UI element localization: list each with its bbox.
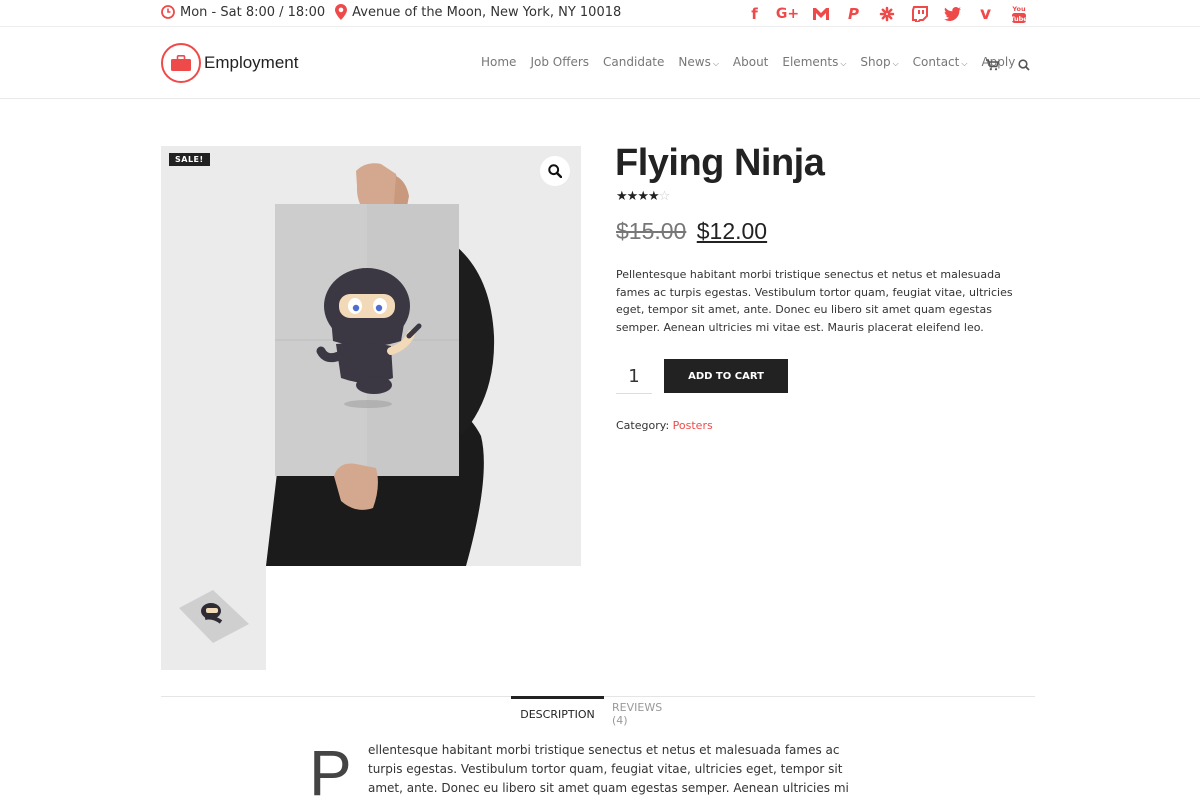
zoom-icon[interactable] [540,156,570,186]
star-icon: ★ [637,189,649,204]
sale-price: $12.00 [696,218,768,244]
nav-shop-label: Shop [860,55,891,69]
product-title: Flying Ninja [615,142,825,184]
main-nav: Home Job Offers Candidate News ⌵ About El… [481,55,1029,69]
sale-badge: SALE! [169,153,210,166]
ninja-poster-illustration [161,146,581,566]
svg-text:Tube: Tube [1011,15,1027,23]
nav-contact[interactable]: Contact ⌵ [913,55,968,69]
paypal-icon[interactable]: P [842,4,865,23]
product-thumbnail[interactable] [161,566,266,670]
chevron-down-icon: ⌵ [712,59,719,68]
map-pin-icon [335,4,348,20]
nav-news-label: News [678,55,711,69]
vimeo-icon[interactable]: v [974,4,997,24]
nav-job-offers[interactable]: Job Offers [530,55,589,69]
gmail-icon[interactable] [809,4,832,23]
nav-news[interactable]: News ⌵ [678,55,719,69]
svg-text:You: You [1011,5,1026,13]
tab-description[interactable]: DESCRIPTION [511,696,604,730]
quantity-input[interactable] [616,360,652,394]
thumbnail-poster-image [161,566,266,670]
dropcap-letter: P [309,737,352,800]
nav-contact-label: Contact [912,55,960,69]
star-empty-icon: ☆ [658,189,671,204]
chevron-down-icon: ⌵ [961,59,968,68]
address-item: Avenue of the Moon, New York, NY 10018 [335,4,621,20]
briefcase-icon [161,43,201,83]
hours-item: Mon - Sat 8:00 / 18:00 [161,5,325,20]
top-bar: Mon - Sat 8:00 / 18:00 Avenue of the Moo… [0,0,1200,27]
description-text: ellentesque habitant morbi tristique sen… [368,743,849,795]
star-icon: ★ [647,189,660,204]
nav-elements-label: Elements [782,55,839,69]
logo-text: Employment [204,53,299,72]
rating-stars[interactable]: ★★★★☆ [616,189,671,204]
tab-reviews[interactable]: REVIEWS (4) [612,697,678,731]
nav-shop[interactable]: Shop ⌵ [860,55,898,69]
nav-candidate[interactable]: Candidate [603,55,664,69]
chevron-down-icon: ⌵ [892,59,899,68]
contact-info: Mon - Sat 8:00 / 18:00 Avenue of the Moo… [161,4,631,20]
nav-about[interactable]: About [733,55,768,69]
clock-icon [161,5,175,19]
site-logo[interactable]: Employment [161,43,298,83]
product-short-description: Pellentesque habitant morbi tristique se… [616,268,1013,334]
category-link[interactable]: Posters [673,419,713,432]
category-label: Category: [616,419,670,432]
search-icon[interactable] [1018,56,1032,71]
cart-icon[interactable] [986,56,1000,71]
hours-text: Mon - Sat 8:00 / 18:00 [180,4,326,20]
product-price: $15.00 $12.00 [616,218,767,245]
google-plus-icon[interactable]: G+ [776,4,799,23]
site-header: Employment Home Job Offers Candidate New… [0,27,1200,99]
youtube-icon[interactable]: You Tube [1007,4,1030,23]
product-category: Category: Posters [616,419,713,432]
chevron-down-icon: ⌵ [840,59,847,68]
nav-elements[interactable]: Elements ⌵ [782,55,846,69]
star-icon: ★ [626,189,639,204]
facebook-icon[interactable]: f [743,4,766,23]
product-main-image[interactable]: SALE! [161,146,581,566]
twitter-icon[interactable] [941,4,964,23]
nav-home[interactable]: Home [481,55,516,69]
old-price: $15.00 [616,218,687,244]
yelp-icon[interactable] [875,4,898,23]
address-text: Avenue of the Moon, New York, NY 10018 [352,4,622,20]
add-to-cart-button[interactable]: ADD TO CART [664,359,788,393]
twitch-icon[interactable] [908,4,931,23]
social-links: f G+ P v You Tube [743,4,1030,24]
star-icon: ★ [616,189,628,204]
